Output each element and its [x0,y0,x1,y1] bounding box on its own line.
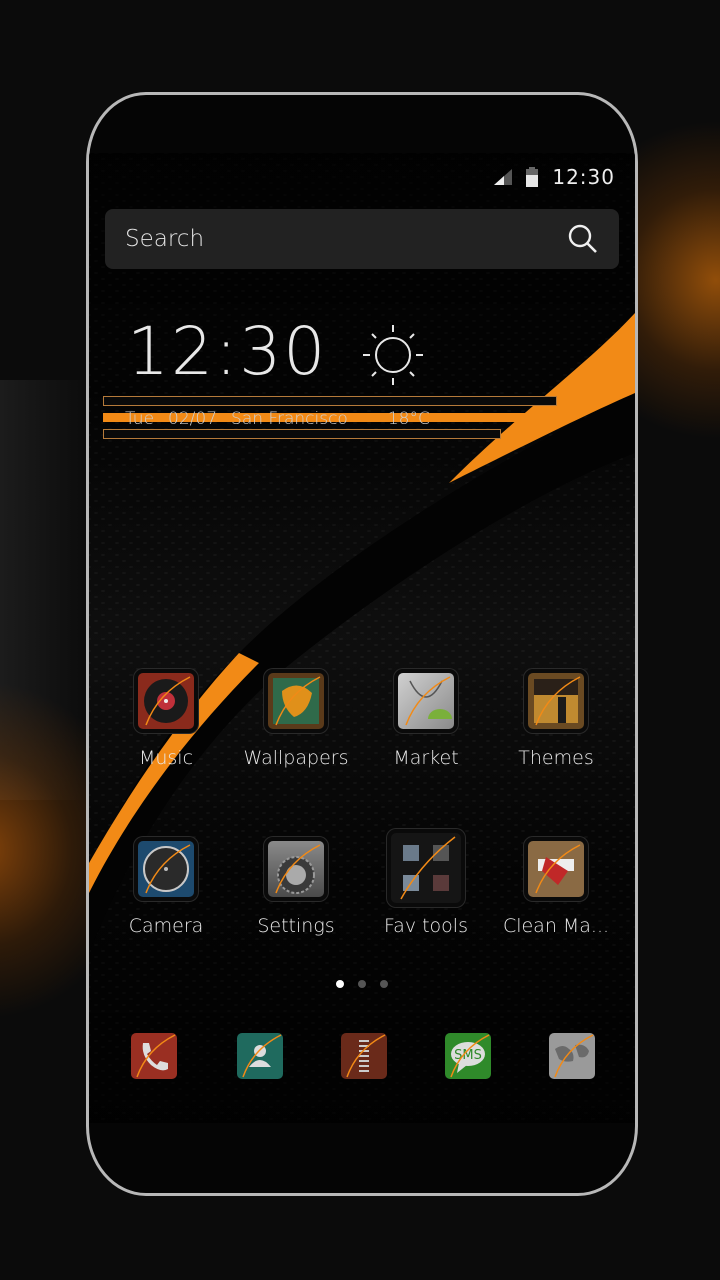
app-label: Wallpapers [243,747,349,769]
app-label: Clean Ma... [502,915,610,937]
sun-icon[interactable] [361,323,425,387]
app-label: Fav tools [384,915,468,937]
app-label: Camera [128,915,204,937]
page-dot[interactable] [380,980,388,988]
music-icon[interactable] [138,673,194,729]
clean-master-icon[interactable] [528,841,584,897]
search-icon[interactable] [567,223,599,255]
search-bar[interactable]: Search [105,209,619,269]
map-icon[interactable] [549,1033,595,1079]
market-icon[interactable] [398,673,454,729]
contacts-icon[interactable] [237,1033,283,1079]
themes-icon[interactable] [528,673,584,729]
clock-time[interactable]: 12:30 [127,313,327,390]
settings-icon[interactable] [268,841,324,897]
page-indicator[interactable] [89,980,635,988]
day-label: Tue [125,409,155,429]
camera-icon[interactable] [138,841,194,897]
date-label: 02/07 [168,409,218,429]
app-music[interactable]: Music [101,673,231,769]
status-time: 12:30 [552,165,615,189]
temperature-label: 18°C [387,409,430,429]
date-weather-line: Tue 02/07 San Francisco 18°C [125,409,430,429]
wallpaper-swoosh [89,313,635,953]
app-settings[interactable]: Settings [231,841,361,937]
sms-icon[interactable]: SMS [445,1033,491,1079]
page-dot-active[interactable] [336,980,344,988]
app-camera[interactable]: Camera [101,841,231,937]
app-label: Music [138,747,194,769]
info-bar-top [103,396,557,406]
folder-icon[interactable] [391,833,461,903]
status-bar: 12:30 [494,165,615,189]
app-label: Settings [257,915,335,937]
info-bar-bottom [103,429,501,439]
phone-icon[interactable] [131,1033,177,1079]
app-label: Market [393,747,459,769]
app-clean-master[interactable]: Clean Ma... [491,841,621,937]
app-drawer-icon[interactable] [341,1033,387,1079]
app-wallpapers[interactable]: Wallpapers [231,673,361,769]
page-dot[interactable] [358,980,366,988]
app-market[interactable]: Market [361,673,491,769]
city-label: San Francisco [231,409,348,429]
battery-icon [526,167,539,187]
phone-frame: 12:30 Search 12:30 Tue 02/07 San Francis… [86,92,638,1196]
app-label: Themes [518,747,594,769]
app-fav-tools-folder[interactable]: Fav tools [361,833,491,937]
home-screen: 12:30 Search 12:30 Tue 02/07 San Francis… [89,153,635,1123]
search-input[interactable]: Search [125,226,204,252]
signal-icon [494,169,513,185]
wallpapers-icon[interactable] [268,673,324,729]
app-themes[interactable]: Themes [491,673,621,769]
